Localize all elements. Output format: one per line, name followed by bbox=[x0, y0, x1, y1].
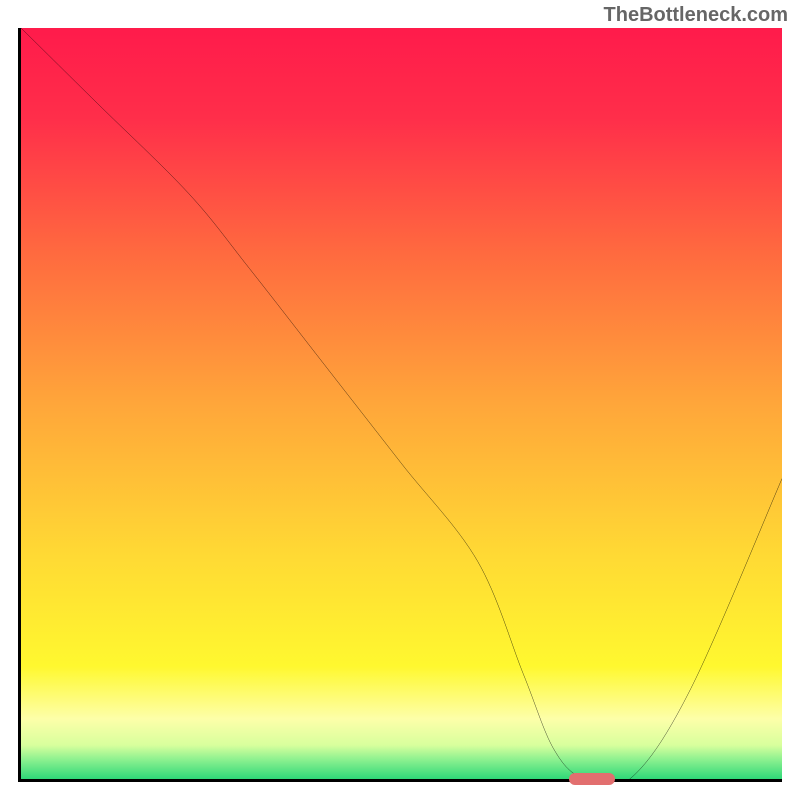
optimal-range-marker bbox=[569, 773, 615, 785]
plot-area bbox=[18, 28, 782, 782]
watermark-text: TheBottleneck.com bbox=[604, 4, 788, 27]
bottleneck-curve bbox=[21, 28, 782, 779]
